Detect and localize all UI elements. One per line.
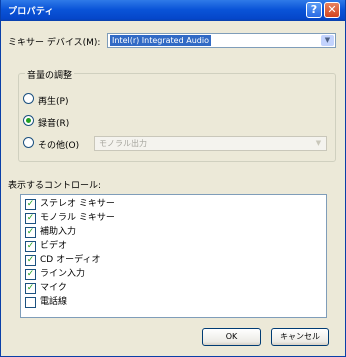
cancel-button[interactable]: キャンセル — [271, 328, 329, 346]
volume-group-legend: 音量の調整 — [25, 68, 75, 81]
list-item-label: 電話線 — [40, 297, 68, 307]
radio-playback-label[interactable]: 再生(P) — [38, 94, 68, 107]
other-device-value: モノラル出力 — [99, 139, 147, 148]
checkbox[interactable]: ✓ — [25, 283, 36, 294]
list-item-label: ステレオ ミキサー — [40, 199, 115, 209]
help-button[interactable]: ? — [306, 2, 322, 18]
checkbox[interactable]: ✓ — [25, 199, 36, 210]
radio-recording-label[interactable]: 録音(R) — [38, 116, 69, 129]
list-item-label: ライン入力 — [40, 269, 86, 279]
close-button[interactable]: ✕ — [324, 2, 340, 18]
controls-list[interactable]: ✓ ステレオ ミキサー ✓ モノラル ミキサー ✓ 補助入力 ✓ ビデオ ✓ CD オーデ… — [20, 194, 327, 318]
checkbox[interactable]: ✓ — [25, 227, 36, 238]
checkbox[interactable]: ✓ — [25, 213, 36, 224]
list-item-label: CD オーディオ — [40, 255, 101, 265]
mixer-device-select[interactable]: Intel(r) Integrated Audio ▼ — [107, 33, 336, 48]
list-item-label: モノラル ミキサー — [40, 213, 115, 223]
radio-recording[interactable] — [23, 115, 34, 126]
ok-button[interactable]: OK — [202, 328, 261, 346]
checkbox[interactable]: ✓ — [25, 255, 36, 266]
chevron-down-icon[interactable]: ▼ — [321, 35, 334, 46]
chevron-down-icon: ▼ — [312, 138, 325, 149]
list-item-label: マイク — [40, 283, 67, 293]
close-icon: ✕ — [327, 3, 337, 16]
controls-label: 表示するコントロール: — [8, 181, 102, 191]
question-icon: ? — [310, 3, 318, 16]
properties-dialog: プロパティ ? ✕ ミキサー デバイス(M): Intel(r) Integra… — [0, 0, 346, 357]
checkbox[interactable] — [25, 297, 36, 308]
radio-other-label[interactable]: その他(O) — [38, 138, 79, 151]
list-item-label: 補助入力 — [40, 227, 77, 237]
title-bar[interactable]: プロパティ ? ✕ — [1, 0, 345, 21]
radio-other[interactable] — [23, 137, 34, 148]
checkbox[interactable]: ✓ — [25, 241, 36, 252]
mixer-device-label: ミキサー デバイス(M): — [8, 38, 101, 48]
other-device-select: モノラル出力 ▼ — [94, 136, 327, 151]
checkbox[interactable]: ✓ — [25, 269, 36, 280]
list-item-label: ビデオ — [40, 241, 68, 251]
mixer-device-value: Intel(r) Integrated Audio — [110, 35, 211, 46]
radio-playback[interactable] — [23, 93, 34, 104]
window-title: プロパティ — [8, 7, 54, 17]
